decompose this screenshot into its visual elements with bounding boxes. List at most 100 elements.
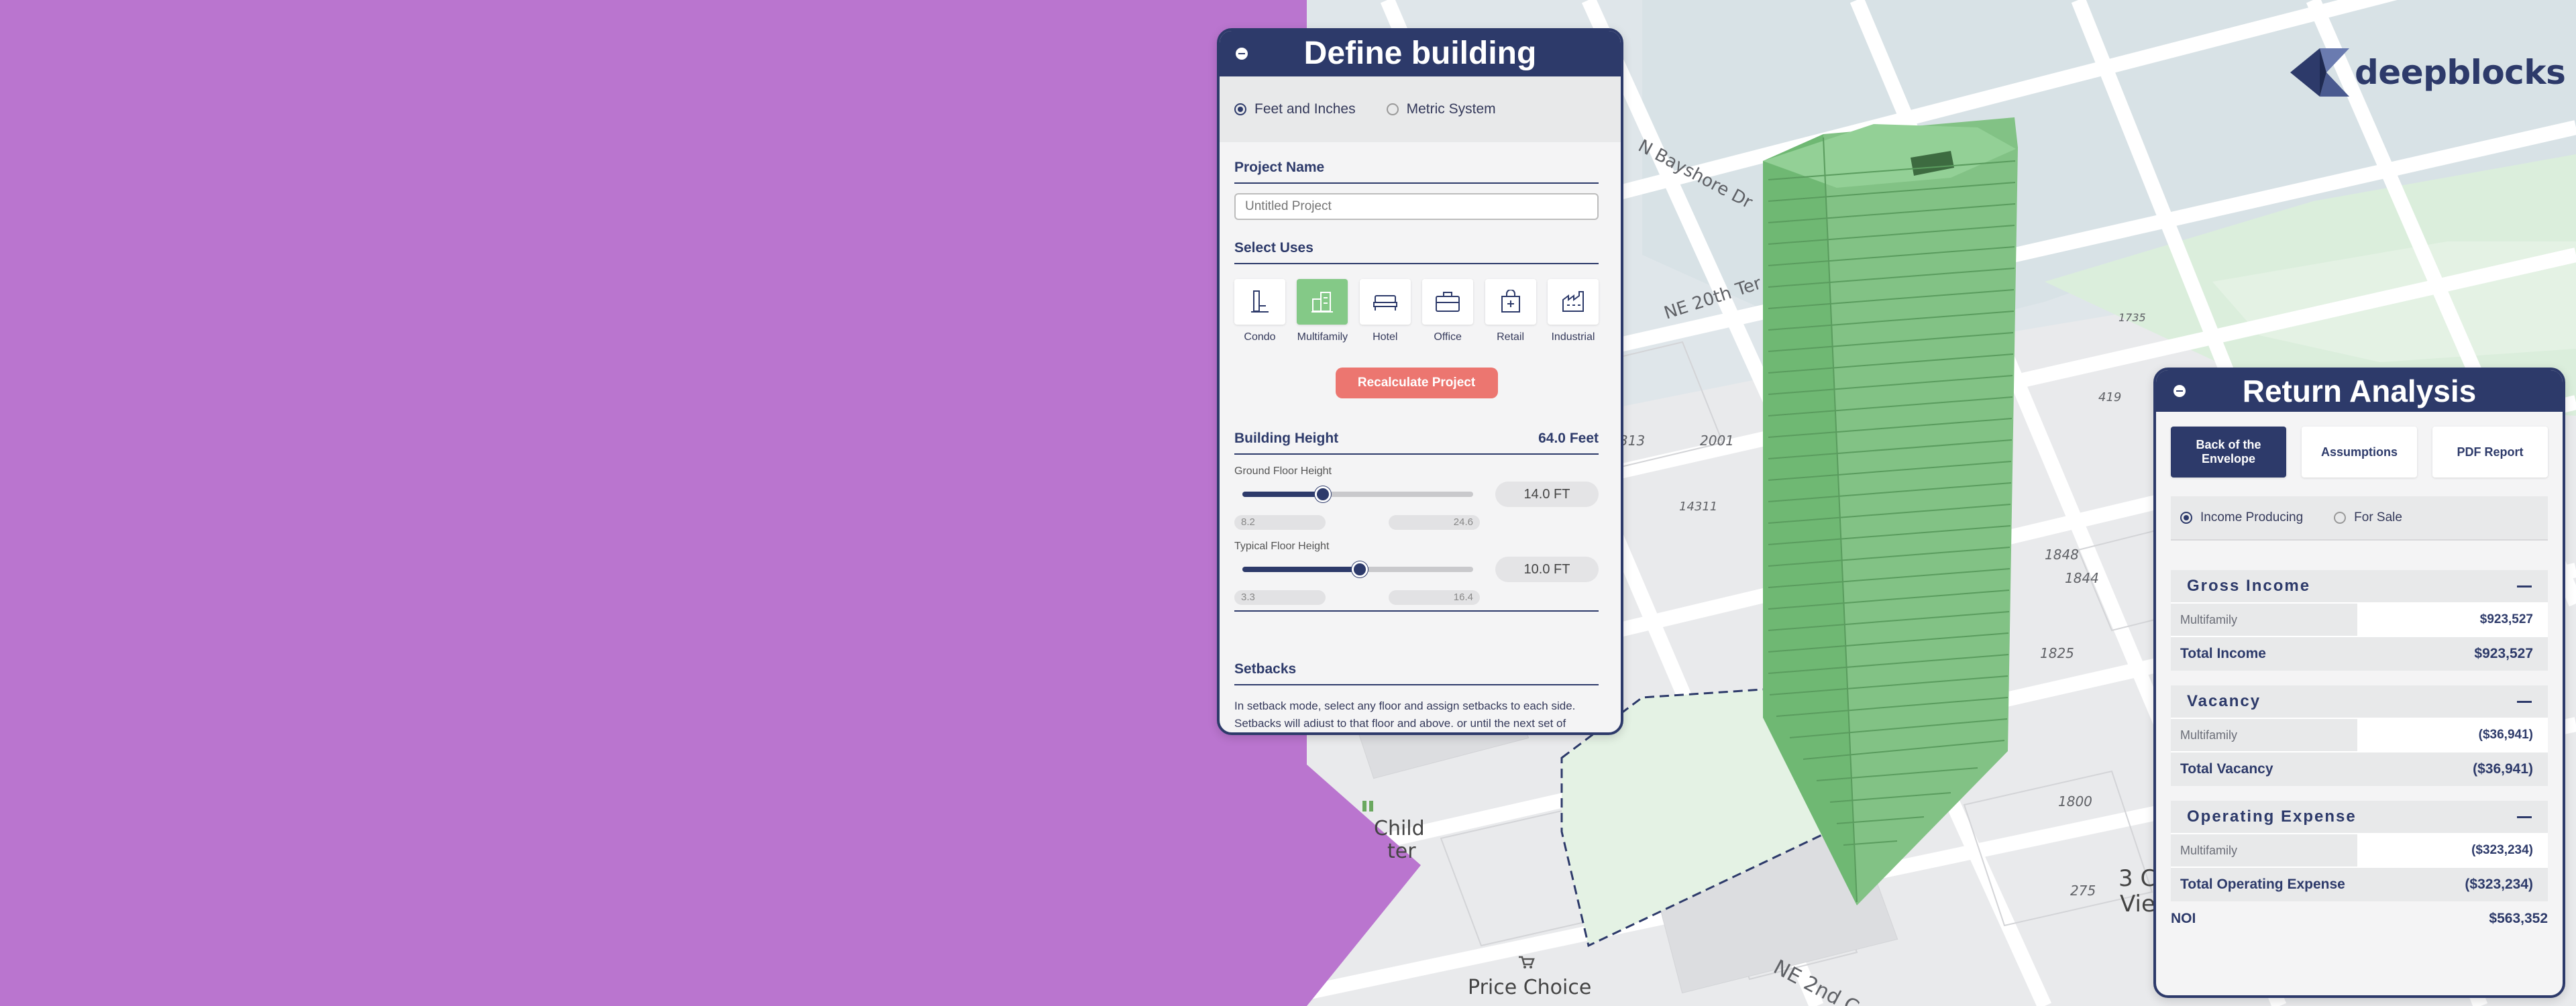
vacancy-card: Vacancy Multifamily ($36,941) Total Vaca…: [2171, 685, 2548, 786]
setbacks-text-line: In setback mode, select any floor and as…: [1234, 700, 1576, 712]
tab-pdf-report[interactable]: PDF Report: [2432, 427, 2548, 478]
logo-mark-icon: [2290, 48, 2349, 97]
gross-income-card: Gross Income Multifamily $923,527 Total …: [2171, 570, 2548, 671]
for-sale-radio[interactable]: [2334, 512, 2347, 524]
use-label: Hotel: [1373, 331, 1398, 343]
hotel-icon: [1373, 295, 1397, 311]
map-number: 1844: [2065, 570, 2099, 586]
define-panel-header: Define building: [1220, 31, 1621, 76]
map-number: 419: [2098, 390, 2122, 404]
mode-label: Income Producing: [2200, 510, 2304, 524]
line-item-value: ($323,234): [2359, 834, 2548, 867]
slider-handle[interactable]: [1315, 486, 1332, 502]
deepblocks-logo[interactable]: deepblocks: [2290, 48, 2566, 97]
use-button[interactable]: [1234, 279, 1285, 325]
line-item: Multifamily ($36,941): [2171, 719, 2548, 752]
collapse-icon[interactable]: [2517, 816, 2532, 818]
section-title: Select Uses: [1234, 240, 1599, 264]
building-height-value: 64.0 Feet: [1538, 431, 1599, 446]
purple-background: [0, 0, 1308, 1006]
use-industrial[interactable]: Industrial: [1547, 279, 1599, 343]
analysis-mode-selector: Income Producing For Sale: [2171, 496, 2548, 541]
minimize-button[interactable]: [2174, 385, 2186, 397]
line-item: Multifamily ($323,234): [2171, 834, 2548, 868]
map-number: 1825: [2040, 645, 2074, 661]
place-label: 3 C: [2118, 865, 2157, 892]
tab-label: Back of the: [2196, 438, 2261, 451]
tab-label: Envelope: [2201, 452, 2256, 465]
divider: [1234, 610, 1599, 612]
recalculate-button[interactable]: Recalculate Project: [1335, 368, 1498, 398]
total-label: Total Income: [2180, 646, 2266, 661]
typical-floor-slider-row: 10.0 FT: [1234, 557, 1599, 582]
use-button[interactable]: [1359, 279, 1411, 325]
total-value: ($36,941): [2473, 761, 2533, 777]
range-min: 3.3: [1234, 590, 1326, 605]
metric-radio[interactable]: [1386, 103, 1399, 115]
use-condo[interactable]: Condo: [1234, 279, 1285, 343]
card-title: Operating Expense: [2187, 807, 2357, 826]
use-button[interactable]: [1547, 279, 1599, 325]
typical-floor-value[interactable]: 10.0 FT: [1495, 557, 1599, 582]
noi-label: NOI: [2171, 911, 2196, 926]
income-producing-radio[interactable]: [2180, 512, 2192, 524]
use-button[interactable]: [1422, 279, 1474, 325]
total-row: Total Income $923,527: [2171, 637, 2548, 671]
map-number: 1800: [2058, 793, 2092, 809]
retail-icon: [1501, 290, 1520, 313]
use-label: Office: [1434, 331, 1462, 343]
setbacks-text-line: Setbacks will adjust to that floor and a…: [1234, 717, 1566, 727]
collapse-icon[interactable]: [2517, 585, 2532, 588]
total-row: Total Vacancy ($36,941): [2171, 752, 2548, 786]
use-hotel[interactable]: Hotel: [1359, 279, 1411, 343]
use-retail[interactable]: Retail: [1485, 279, 1536, 343]
use-office[interactable]: Office: [1422, 279, 1474, 343]
analysis-tabs: Back of the Envelope Assumptions PDF Repo…: [2156, 412, 2563, 480]
place-label: Vie: [2120, 891, 2155, 917]
slider-fill: [1242, 492, 1324, 497]
condo-icon: [1251, 290, 1269, 313]
minimize-button[interactable]: [1236, 48, 1248, 60]
panel-title: Return Analysis: [2242, 374, 2477, 408]
use-button[interactable]: [1485, 279, 1536, 325]
range-max: 16.4: [1389, 590, 1480, 605]
ground-floor-slider-row: 14.0 FT: [1234, 482, 1599, 507]
map-number: 2001: [1700, 433, 1734, 449]
metric-label: Metric System: [1406, 101, 1496, 117]
slider-label: Typical Floor Height: [1234, 541, 1330, 552]
map-number: 1848: [2045, 547, 2079, 563]
place-label: Price Choice: [1468, 976, 1592, 999]
slider-handle[interactable]: [1352, 561, 1368, 577]
card-header[interactable]: Operating Expense: [2171, 801, 2548, 834]
range-min: 8.2: [1234, 515, 1326, 530]
use-multifamily[interactable]: Multifamily: [1297, 279, 1348, 343]
map-number: 14311: [1679, 500, 1718, 514]
setbacks-section: Setbacks In setback mode, select any flo…: [1234, 661, 1599, 727]
use-button[interactable]: [1297, 279, 1348, 325]
building-height-section: Building Height 64.0 Feet Ground Floor H…: [1234, 431, 1599, 612]
feet-label: Feet and Inches: [1254, 101, 1356, 117]
range-max: 24.6: [1389, 515, 1480, 530]
place-label: ter: [1387, 840, 1416, 863]
collapse-icon[interactable]: [2517, 700, 2532, 703]
industrial-icon: [1562, 291, 1584, 312]
project-name-input[interactable]: [1234, 193, 1599, 220]
card-header[interactable]: Vacancy: [2171, 685, 2548, 719]
total-row: Total Operating Expense ($323,234): [2171, 868, 2548, 901]
return-analysis-panel: Return Analysis Back of the Envelope Assu…: [2153, 368, 2565, 998]
card-header[interactable]: Gross Income: [2171, 570, 2548, 604]
typical-floor-slider[interactable]: [1242, 561, 1473, 577]
unit-selector: Feet and Inches Metric System: [1220, 76, 1621, 142]
operating-expense-card: Operating Expense Multifamily ($323,234)…: [2171, 801, 2548, 901]
panel-title: Define building: [1303, 36, 1537, 71]
feet-radio[interactable]: [1234, 103, 1246, 115]
tab-back-of-envelope[interactable]: Back of the Envelope: [2171, 427, 2286, 478]
ground-floor-slider[interactable]: [1242, 486, 1473, 502]
ground-floor-value[interactable]: 14.0 FT: [1495, 482, 1599, 507]
tab-assumptions[interactable]: Assumptions: [2302, 427, 2417, 478]
brand-name: deepblocks: [2355, 53, 2566, 92]
noi-value: $563,352: [2489, 911, 2548, 926]
total-label: Total Operating Expense: [2180, 877, 2345, 892]
tab-label: Assumptions: [2320, 445, 2398, 459]
line-item-label: Multifamily: [2171, 719, 2359, 751]
